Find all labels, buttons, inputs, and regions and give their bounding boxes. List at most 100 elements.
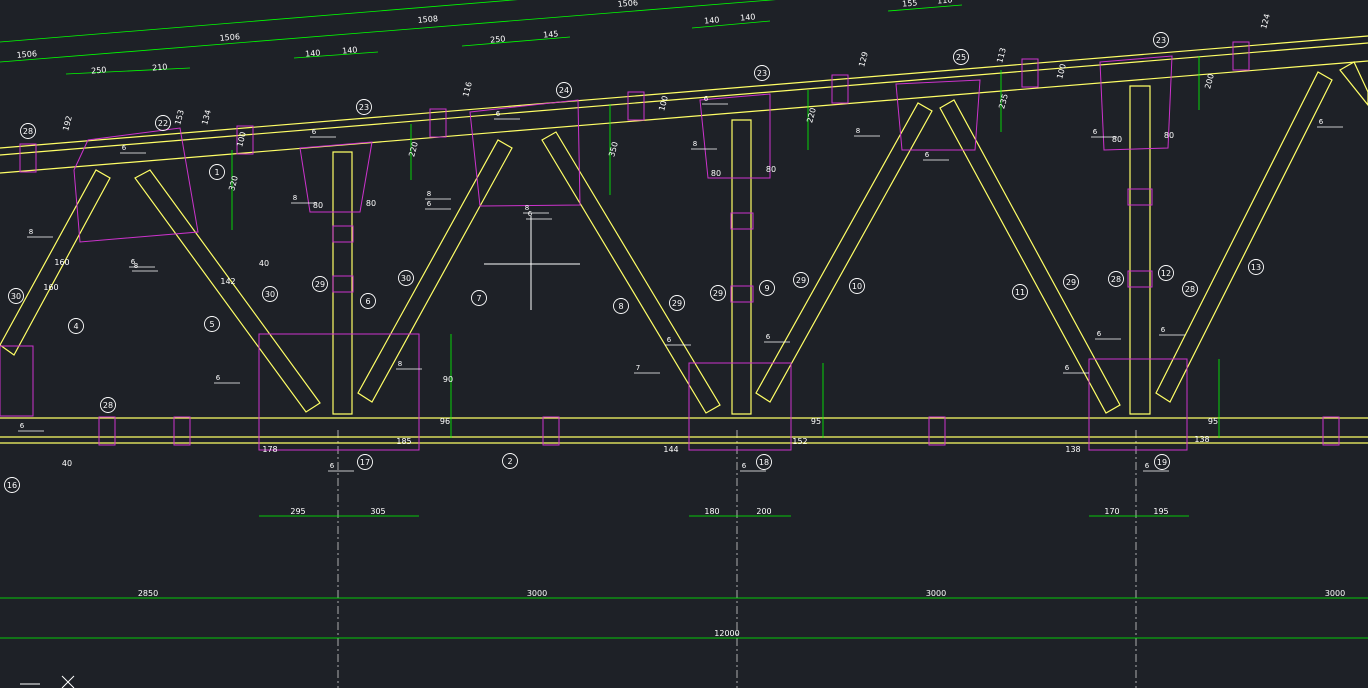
member-tag-label: 29 [672,299,682,308]
member-tag-label: 10 [852,282,862,291]
weld-mark: 6 [1319,118,1324,126]
member-tag-label: 12 [1161,269,1171,278]
weld-mark: 6 [216,374,221,382]
weld-mark: 6 [427,200,432,208]
plate-dim-text: 170 [1104,507,1119,516]
sub-dim-text: 145 [543,29,559,39]
weld-mark: 8 [29,228,33,236]
truss-drawing: 15061506150815061506 2502101401402501451… [0,0,1368,688]
member-tag-label: 7 [476,294,481,303]
member-tag-label: 13 [1251,263,1261,272]
bay-dim-text: 3000 [926,589,946,598]
member-tag-label: 2 [507,457,512,466]
small-dim-text: 80 [766,165,776,174]
small-dim-text: 40 [259,259,269,268]
member-tag-label: 5 [209,320,214,329]
top-dim-text: 1508 [417,14,438,25]
small-dim-text: 80 [1112,135,1122,144]
top-dim-text: 1506 [16,49,37,60]
weld-mark: 6 [312,128,317,136]
plate-dim-text: 305 [370,507,385,516]
member-tag-label: 4 [73,322,78,331]
small-dim-text: 185 [396,437,411,446]
member-tag-label: 30 [11,292,21,301]
sub-dim-text: 155 [902,0,918,9]
weld-mark: 6 [667,336,672,344]
member-tag-label: 23 [757,69,767,78]
weld-mark: 8 [856,127,860,135]
small-dim-text: 80 [711,169,721,178]
member-tag-label: 11 [1015,288,1025,297]
weld-mark: 8 [293,194,297,202]
sub-dim-text: 140 [342,45,358,55]
small-dim-text: 160 [43,283,58,292]
member-tag-label: 29 [315,280,325,289]
total-dimension-text: 12000 [714,629,739,638]
bay-dim-text: 3000 [527,589,547,598]
plate-dim-text: 295 [290,507,305,516]
weld-mark: 8 [693,140,697,148]
member-tag-label: 29 [796,276,806,285]
member-tag-label: 16 [7,481,17,490]
small-dim-text: 138 [1065,445,1080,454]
small-dim-text: 40 [62,459,72,468]
weld-mark: 6 [122,144,127,152]
member-tag-label: 8 [618,302,623,311]
weld-mark: 6 [330,462,335,470]
small-dim-text: 152 [792,437,807,446]
weld-mark: 6 [1161,326,1166,334]
small-dim-text: 144 [663,445,678,454]
member-tag-label: 28 [23,127,33,136]
member-tag-label: 23 [1156,36,1166,45]
sub-dim-text: 140 [305,48,321,58]
small-dim-text: 80 [313,201,323,210]
bay-dim-text: 2850 [138,589,158,598]
weld-mark: 6 [496,110,501,118]
plate-dim-text: 195 [1153,507,1168,516]
weld-mark: 6 [1145,462,1150,470]
small-dim-text: 80 [366,199,376,208]
plate-dim-text: 180 [704,507,719,516]
sub-dim-text: 140 [740,12,756,22]
small-dim-text: 96 [440,417,450,426]
member-tag-label: 28 [103,401,113,410]
small-dim-text: 160 [54,258,69,267]
weld-mark: 8 [134,262,138,270]
small-dim-text: 95 [811,417,821,426]
sub-dim-text: 250 [91,65,107,75]
member-tag-label: 24 [559,86,569,95]
member-tag-label: 9 [764,284,769,293]
member-tag-label: 19 [1157,458,1167,467]
small-dim-text: 138 [1194,435,1209,444]
small-dim-text: 95 [1208,417,1218,426]
top-dim-text: 1506 [219,32,240,43]
small-dim-text: 80 [1164,131,1174,140]
sub-dim-text: 140 [704,15,720,25]
weld-mark: 6 [704,95,709,103]
member-tag-label: 6 [365,297,370,306]
weld-mark: 6 [528,210,533,218]
small-dim-text: 178 [262,445,277,454]
weld-mark: 6 [20,422,25,430]
member-tag-label: 22 [158,119,168,128]
weld-mark: 6 [1093,128,1098,136]
weld-mark: 6 [1065,364,1070,372]
plate-dim-text: 200 [756,507,771,516]
weld-mark: 7 [636,364,640,372]
weld-mark: 6 [925,151,930,159]
member-tag-label: 28 [1111,275,1121,284]
small-dim-text: 90 [443,375,453,384]
member-tag-label: 18 [759,458,769,467]
member-tag-label: 28 [1185,285,1195,294]
member-tag-label: 30 [265,290,275,299]
weld-mark: 8 [398,360,402,368]
weld-mark: 6 [742,462,747,470]
member-tag-label: 17 [360,458,370,467]
weld-mark: 8 [427,190,431,198]
weld-mark: 6 [766,333,771,341]
member-tag-label: 29 [1066,278,1076,287]
sub-dim-text: 250 [490,34,506,44]
sub-dim-text: 210 [152,62,168,72]
member-tag-label: 30 [401,274,411,283]
weld-mark: 6 [1097,330,1102,338]
